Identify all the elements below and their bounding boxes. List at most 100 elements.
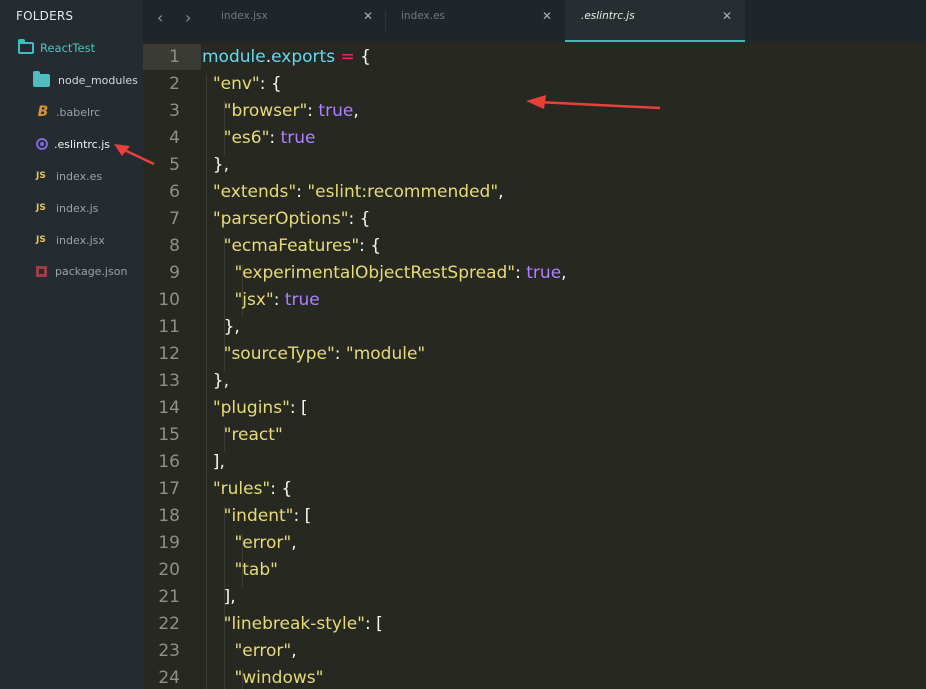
forward-arrow-icon[interactable]: › [185, 8, 191, 27]
tab-eslintrc[interactable]: .eslintrc.js ✕ [565, 0, 745, 42]
code-token: "plugins" [212, 398, 290, 418]
code-line[interactable]: }, [202, 317, 240, 337]
line-number: 8 [169, 236, 180, 256]
js-icon: JS [36, 203, 46, 213]
code-token: "experimentalObjectRestSpread" [234, 263, 516, 283]
code-line[interactable]: "error", [202, 641, 296, 661]
code-line[interactable]: "jsx": true [202, 290, 319, 310]
code-line[interactable]: "plugins": [ [202, 398, 308, 418]
line-number: 17 [158, 479, 180, 499]
code-token: : [296, 182, 308, 202]
code-line[interactable]: "rules": { [202, 479, 292, 499]
code-line[interactable]: "linebreak-style": [ [202, 614, 383, 634]
line-number: 11 [158, 317, 180, 337]
code-token: true [280, 128, 316, 148]
tab-index-es[interactable]: index.es ✕ [401, 0, 561, 42]
code-line[interactable]: }, [202, 371, 229, 391]
code-token: "tab" [234, 560, 278, 580]
tree-item-index-es[interactable]: JS index.es [36, 166, 102, 186]
code-token: { [354, 47, 371, 67]
package-icon [36, 265, 47, 277]
code-line[interactable]: ], [202, 587, 236, 607]
code-line[interactable]: "error", [202, 533, 296, 553]
code-token: "linebreak-style" [223, 614, 365, 634]
tree-item-label: index.es [56, 169, 103, 183]
code-token: "indent" [223, 506, 294, 526]
tree-item-index-jsx[interactable]: JS index.jsx [36, 230, 105, 250]
code-line[interactable]: "windows" [202, 668, 323, 688]
line-number: 13 [158, 371, 180, 391]
code-token: module [202, 47, 266, 67]
code-token: : [ [364, 614, 383, 634]
code-token: ], [202, 452, 225, 472]
code-token: : { [359, 236, 382, 256]
folder-open-icon [18, 39, 34, 54]
code-token: "parserOptions" [212, 209, 349, 229]
code-line[interactable]: "parserOptions": { [202, 209, 371, 229]
sidebar: FOLDERS ReactTest node_modules B .babelr… [0, 0, 143, 689]
code-token: : [269, 128, 281, 148]
code-line[interactable]: module.exports = { [202, 47, 371, 67]
tab-index-jsx[interactable]: index.jsx ✕ [221, 0, 381, 42]
tree-item-index-js[interactable]: JS index.js [36, 198, 98, 218]
code-token: }, [202, 317, 240, 337]
tree-item-label: .babelrc [56, 105, 101, 119]
code-line[interactable]: ], [202, 452, 225, 472]
code-token: : [ [293, 506, 312, 526]
back-arrow-icon[interactable]: ‹ [157, 8, 163, 27]
tree-root-folder[interactable]: ReactTest [18, 38, 95, 58]
line-number: 7 [169, 209, 180, 229]
code-line[interactable]: "env": { [202, 74, 282, 94]
code-token: : { [259, 74, 282, 94]
tree-item-label: index.jsx [56, 233, 105, 247]
code-token: "sourceType" [223, 344, 335, 364]
eslint-icon [36, 138, 48, 150]
line-number: 22 [158, 614, 180, 634]
tab-label: index.es [401, 10, 445, 22]
tree-item-label: index.js [56, 201, 99, 215]
line-number: 3 [169, 101, 180, 121]
code-editor[interactable]: module.exports = { "env": { "browser": t… [202, 42, 926, 689]
tree-item-eslintrc[interactable]: .eslintrc.js [36, 134, 110, 154]
close-icon[interactable]: ✕ [542, 9, 552, 23]
code-line[interactable]: "extends": "eslint:recommended", [202, 182, 504, 202]
code-token: : [273, 290, 285, 310]
line-number: 23 [158, 641, 180, 661]
code-line[interactable]: "indent": [ [202, 506, 312, 526]
code-token: true [318, 101, 354, 121]
tab-divider [385, 10, 386, 32]
code-line[interactable]: "react" [202, 425, 283, 445]
code-token: , [498, 182, 504, 202]
code-token: "ecmaFeatures" [223, 236, 360, 256]
tab-label: .eslintrc.js [581, 10, 635, 22]
code-line[interactable]: "browser": true, [202, 101, 359, 121]
tree-item-package-json[interactable]: package.json [36, 261, 127, 281]
tree-root-label: ReactTest [40, 41, 96, 55]
js-icon: JS [36, 171, 46, 181]
close-icon[interactable]: ✕ [722, 9, 732, 23]
code-line[interactable]: "es6": true [202, 128, 316, 148]
code-token: : [515, 263, 527, 283]
code-token: "env" [212, 74, 260, 94]
code-line[interactable]: "ecmaFeatures": { [202, 236, 381, 256]
code-token: }, [202, 155, 230, 175]
code-line[interactable]: "tab" [202, 560, 278, 580]
tree-item-node-modules[interactable]: node_modules [33, 70, 138, 90]
close-icon[interactable]: ✕ [363, 9, 373, 23]
code-line[interactable]: "sourceType": "module" [202, 344, 426, 364]
tree-item-babelrc[interactable]: B .babelrc [36, 102, 101, 122]
tree-item-label: .eslintrc.js [54, 137, 111, 151]
code-line[interactable]: }, [202, 155, 229, 175]
code-line[interactable]: "experimentalObjectRestSpread": true, [202, 263, 566, 283]
line-number: 24 [158, 668, 180, 688]
